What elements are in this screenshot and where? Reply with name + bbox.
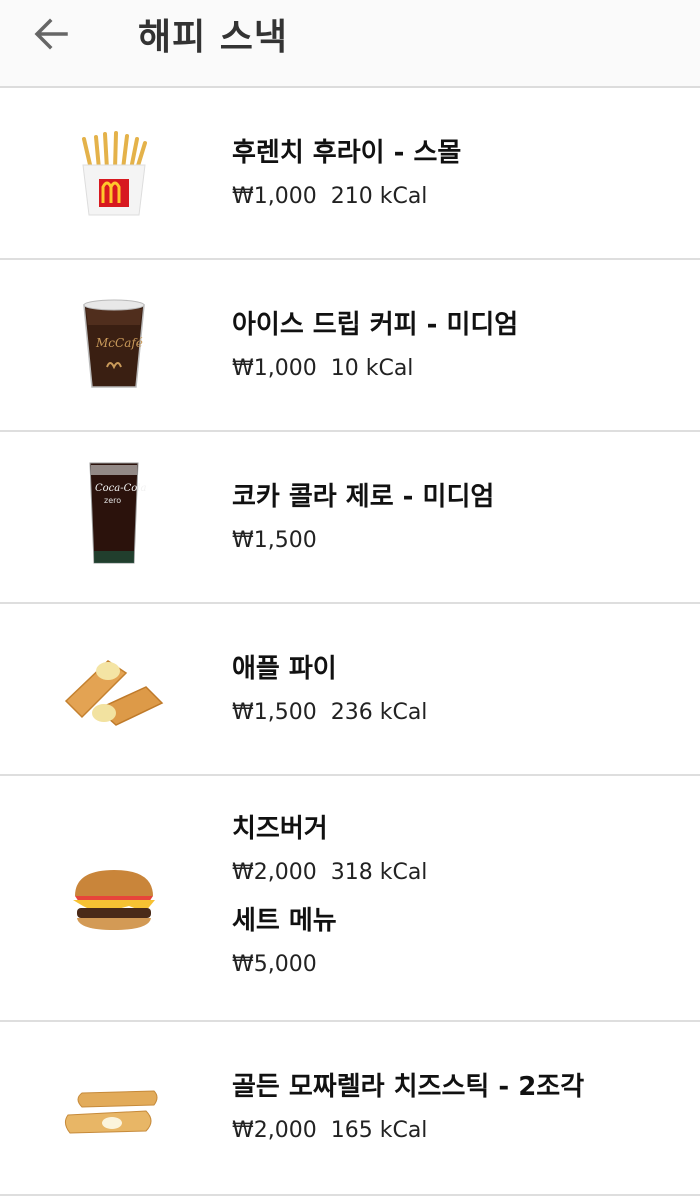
- item-meta: ₩2,000 318 kCal: [232, 858, 427, 888]
- item-kcal: 236 kCal: [330, 700, 428, 725]
- list-item[interactable]: 후렌치 후라이 - 스몰 ₩1,000 210 kCal: [0, 88, 700, 260]
- svg-text:Coca-Cola: Coca-Cola: [95, 483, 146, 494]
- item-kcal: 10 kCal: [330, 356, 414, 381]
- page-title: 해피 스낵: [138, 17, 289, 58]
- svg-text:zero: zero: [104, 496, 121, 505]
- item-name: 아이스 드립 커피 - 미디엄: [232, 310, 519, 340]
- item-price: ₩1,500: [232, 528, 317, 553]
- item-name: 골든 모짜렐라 치즈스틱 - 2조각: [232, 1072, 585, 1102]
- item-price: ₩1,500: [232, 700, 317, 725]
- item-name: 치즈버거: [232, 814, 328, 844]
- apple-pie-image: [54, 636, 174, 746]
- item-meta: ₩2,000 165 kCal: [232, 1116, 584, 1146]
- list-item[interactable]: 치즈버거 ₩2,000 318 kCal 세트 메뉴 ₩5,000: [0, 776, 700, 1022]
- back-button[interactable]: [30, 14, 74, 54]
- set-menu-label: 세트 메뉴: [232, 906, 337, 936]
- item-price: ₩1,000: [232, 356, 317, 381]
- item-price: ₩1,000: [232, 184, 317, 209]
- list-item[interactable]: 애플 파이 ₩1,500 236 kCal: [0, 604, 700, 776]
- fries-image: [54, 119, 174, 229]
- item-name: 코카 콜라 제로 - 미디엄: [232, 482, 495, 512]
- item-info: 아이스 드립 커피 - 미디엄 ₩1,000 10 kCal: [232, 308, 518, 384]
- item-kcal: 165 kCal: [330, 1118, 428, 1143]
- cheese-stick-image: [54, 1058, 174, 1168]
- list-item[interactable]: McCafé 아이스 드립 커피 - 미디엄 ₩1,000 10 kCal: [0, 260, 700, 432]
- item-info: 애플 파이 ₩1,500 236 kCal: [232, 652, 427, 728]
- list-item[interactable]: Coca-Cola zero 코카 콜라 제로 - 미디엄 ₩1,500: [0, 432, 700, 604]
- item-name: 후렌치 후라이 - 스몰: [232, 138, 462, 168]
- item-info: 치즈버거 ₩2,000 318 kCal 세트 메뉴 ₩5,000: [232, 812, 427, 980]
- list-item[interactable]: 골든 모짜렐라 치즈스틱 - 2조각 ₩2,000 165 kCal: [0, 1022, 700, 1196]
- item-name: 애플 파이: [232, 654, 337, 684]
- item-meta: ₩1,500 236 kCal: [232, 698, 427, 728]
- menu-list: 후렌치 후라이 - 스몰 ₩1,000 210 kCal McCafé 아이스 드…: [0, 88, 700, 1196]
- set-price: ₩5,000: [232, 952, 317, 977]
- app-bar: 해피 스낵: [0, 0, 700, 88]
- cheeseburger-image: [54, 844, 174, 954]
- item-info: 골든 모짜렐라 치즈스틱 - 2조각 ₩2,000 165 kCal: [232, 1070, 584, 1146]
- coke-zero-image: Coca-Cola zero: [54, 460, 174, 570]
- item-info: 후렌치 후라이 - 스몰 ₩1,000 210 kCal: [232, 136, 461, 212]
- item-meta: ₩1,000 210 kCal: [232, 182, 461, 212]
- item-kcal: 210 kCal: [330, 184, 428, 209]
- item-meta: ₩1,500: [232, 526, 494, 556]
- iced-coffee-image: McCafé: [54, 288, 174, 398]
- item-kcal: 318 kCal: [330, 860, 428, 885]
- item-price: ₩2,000: [232, 1118, 317, 1143]
- item-price: ₩2,000: [232, 860, 317, 885]
- svg-text:McCafé: McCafé: [95, 336, 143, 350]
- item-info: 코카 콜라 제로 - 미디엄 ₩1,500: [232, 480, 494, 556]
- item-meta: ₩1,000 10 kCal: [232, 354, 518, 384]
- arrow-left-icon: [34, 18, 68, 50]
